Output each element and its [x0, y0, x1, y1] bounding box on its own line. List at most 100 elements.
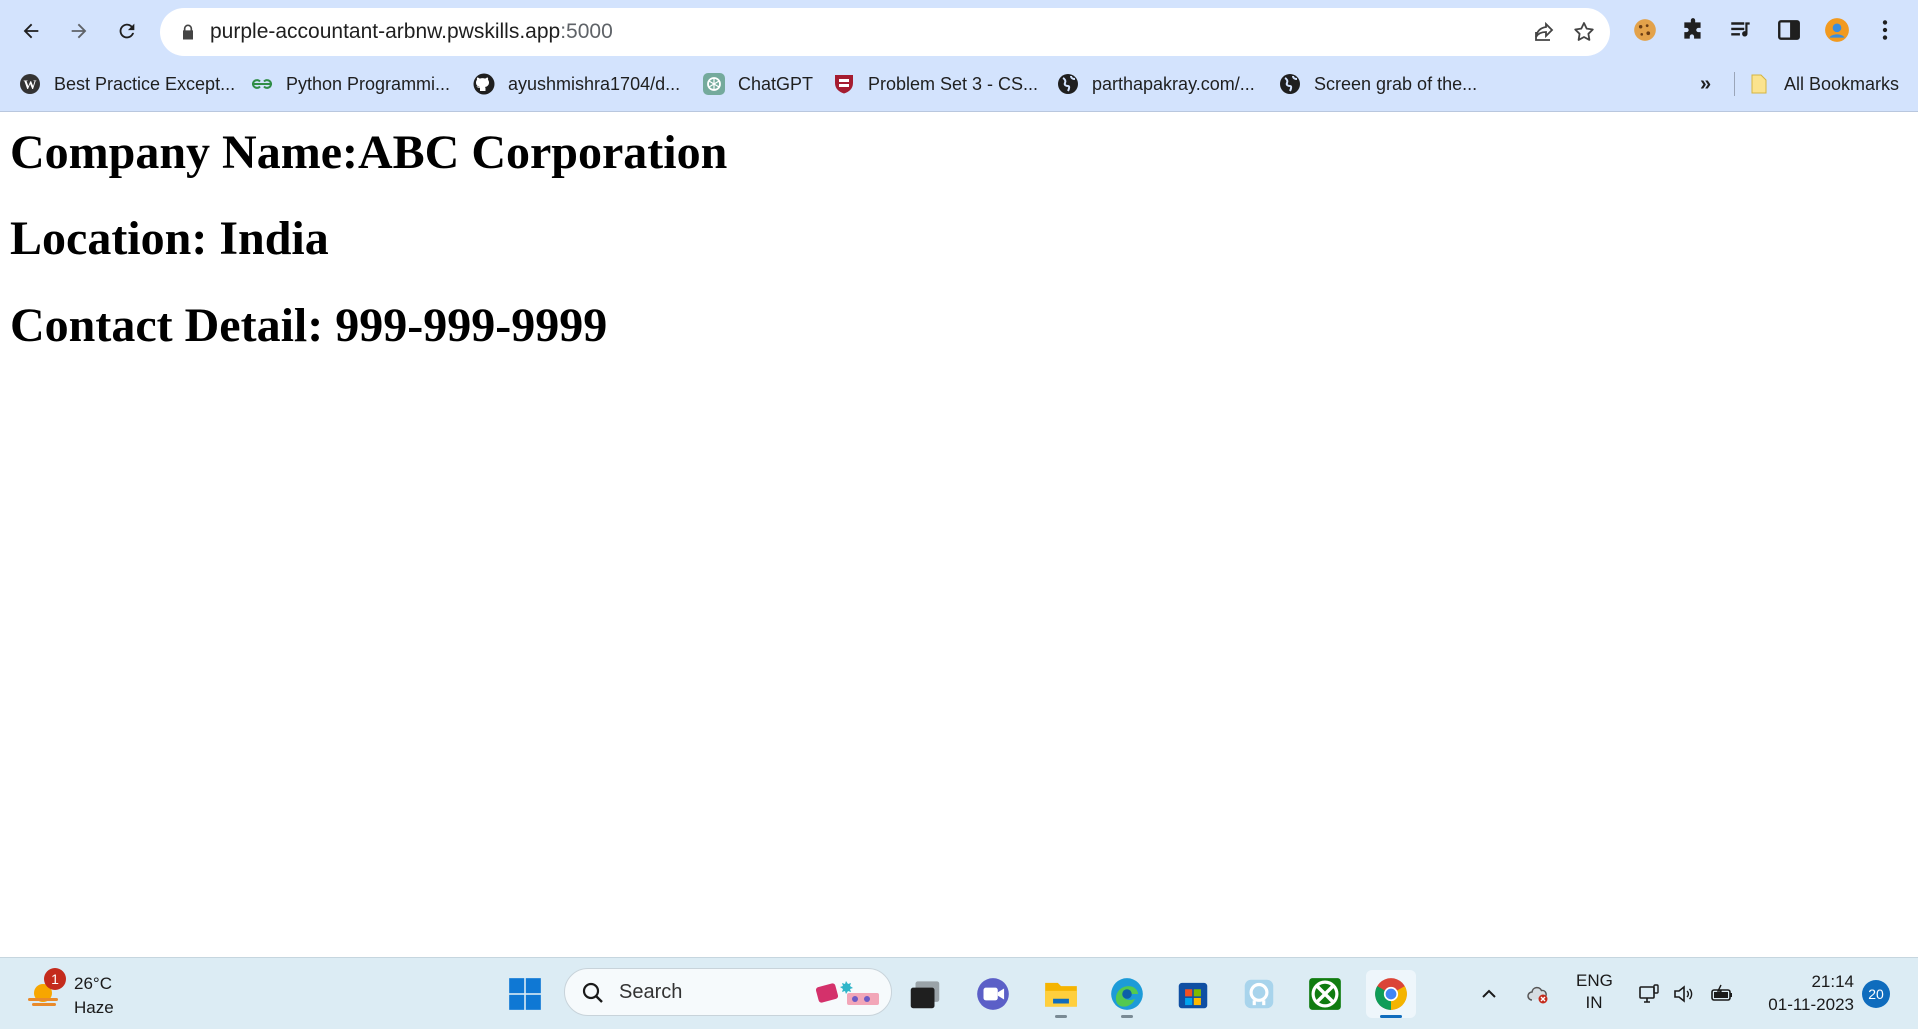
chatgpt-icon [702, 72, 726, 96]
bookmark-item[interactable]: W Best Practice Except... [18, 66, 235, 102]
edge-browser-button[interactable] [1102, 970, 1152, 1018]
xbox-button[interactable] [1300, 970, 1350, 1018]
chevron-up-icon [1482, 989, 1496, 998]
bookmark-item[interactable]: Python Programmi... [250, 66, 450, 102]
location-heading: Location: India [10, 212, 329, 265]
weather-alert-badge: 1 [44, 968, 66, 990]
weather-temperature: 26°C [74, 974, 112, 993]
region-code: IN [1585, 993, 1603, 1012]
teams-chat-icon [977, 978, 1009, 1010]
browser-toolbar: purple-accountant-arbnw.pwskills.app:500… [0, 0, 1918, 62]
pinned-app-button[interactable] [1234, 970, 1284, 1018]
browser-chrome: purple-accountant-arbnw.pwskills.app:500… [0, 0, 1918, 112]
weather-widget[interactable]: 1 26°C Haze [22, 968, 152, 1020]
arrow-right-icon [71, 23, 87, 39]
windows-logo-icon [509, 978, 541, 1010]
task-view-button[interactable] [900, 970, 950, 1018]
company-name-heading: Company Name:ABC Corporation [10, 126, 728, 179]
harvard-shield-icon [832, 72, 856, 96]
profile-avatar-icon[interactable] [1822, 15, 1852, 45]
speaker-icon [1674, 985, 1693, 1003]
media-controls-icon[interactable] [1726, 15, 1756, 45]
web-page: Company Name:ABC Corporation Location: I… [0, 113, 1918, 957]
bookmarks-divider [1734, 72, 1735, 96]
clock-date: 01-11-2023 [1768, 995, 1854, 1014]
address-bar[interactable]: purple-accountant-arbnw.pwskills.app:500… [160, 8, 1610, 56]
running-indicator [1121, 1015, 1133, 1018]
arrow-left-icon [23, 23, 39, 39]
reload-icon [119, 23, 135, 39]
forward-button[interactable] [60, 12, 98, 50]
bookmark-item[interactable]: Screen grab of the... [1278, 66, 1477, 102]
language-code: ENG [1576, 971, 1613, 990]
all-bookmarks-button[interactable]: All Bookmarks [1748, 66, 1899, 102]
github-icon [472, 72, 496, 96]
bookmark-label: Problem Set 3 - CS... [868, 73, 1039, 94]
weather-condition: Haze [74, 998, 114, 1017]
taskbar-search[interactable]: Search [564, 968, 892, 1016]
bookmark-label: ayushmishra1704/d... [508, 73, 681, 94]
show-hidden-icons-button[interactable] [1476, 974, 1502, 1014]
side-panel-icon[interactable] [1774, 15, 1804, 45]
store-icon [1178, 982, 1208, 1009]
volume-button[interactable] [1668, 974, 1698, 1014]
all-bookmarks-label: All Bookmarks [1784, 73, 1900, 94]
battery-charging-icon [1711, 984, 1732, 1001]
bookmark-label: Best Practice Except... [54, 73, 236, 94]
running-indicator [1055, 1015, 1067, 1018]
bookmark-item[interactable]: ayushmishra1704/d... [472, 66, 680, 102]
chrome-icon [1375, 978, 1407, 1010]
network-icon [1639, 984, 1659, 1003]
chrome-button[interactable] [1366, 970, 1416, 1018]
back-button[interactable] [12, 12, 50, 50]
globe-icon [1278, 72, 1302, 96]
url-host: purple-accountant-arbnw.pwskills.app [210, 20, 561, 43]
bookmark-label: parthapakray.com/... [1092, 73, 1255, 94]
url-text[interactable]: purple-accountant-arbnw.pwskills.app:500… [210, 8, 613, 56]
start-button[interactable] [500, 970, 550, 1018]
teams-chat-button[interactable] [968, 970, 1018, 1018]
clock-time: 21:14 [1811, 972, 1854, 991]
bookmark-star-icon[interactable] [1572, 20, 1596, 44]
file-explorer-button[interactable] [1036, 970, 1086, 1018]
geeksforgeeks-icon [250, 72, 274, 96]
edge-icon [1111, 978, 1143, 1010]
bookmark-item[interactable]: ChatGPT [702, 66, 813, 102]
running-indicator [1380, 1015, 1402, 1018]
cookie-extension-icon[interactable] [1630, 15, 1660, 45]
app-launcher-icon [1244, 979, 1274, 1009]
share-icon[interactable] [1532, 20, 1556, 44]
extensions-puzzle-icon[interactable] [1678, 15, 1708, 45]
globe-icon [1056, 72, 1080, 96]
folder-icon [1045, 982, 1077, 1007]
microsoft-store-button[interactable] [1168, 970, 1218, 1018]
lock-icon [183, 24, 193, 40]
reload-button[interactable] [108, 12, 146, 50]
bookmark-item[interactable]: parthapakray.com/... [1056, 66, 1255, 102]
notification-count-badge[interactable]: 20 [1862, 980, 1890, 1008]
cloud-error-icon [1527, 986, 1548, 1004]
taskbar: 1 26°C Haze Search ENG IN 21:14 01-11-20… [0, 957, 1918, 1029]
battery-button[interactable] [1706, 974, 1738, 1014]
bookmarks-overflow-button[interactable]: » [1700, 66, 1711, 102]
task-view-icon [910, 981, 940, 1009]
search-placeholder: Search [619, 981, 683, 1003]
url-port: :5000 [560, 20, 613, 43]
contact-detail-heading: Contact Detail: 999-999-9999 [10, 299, 608, 352]
wordpress-icon: W [18, 72, 42, 96]
xbox-icon [1309, 978, 1341, 1010]
bookmark-item[interactable]: Problem Set 3 - CS... [832, 66, 1038, 102]
search-icon [582, 982, 603, 1003]
bookmark-label: Python Programmi... [286, 73, 451, 94]
browser-menu-icon[interactable] [1870, 15, 1900, 45]
clock-button[interactable]: 21:14 01-11-2023 [1754, 970, 1854, 1016]
svg-text:W: W [24, 77, 37, 92]
onedrive-status-button[interactable] [1522, 974, 1554, 1014]
bookmark-label: ChatGPT [738, 73, 814, 94]
bookmark-label: Screen grab of the... [1314, 73, 1478, 94]
folder-icon [1748, 72, 1772, 96]
bookmarks-bar: W Best Practice Except... Python Program… [0, 66, 1918, 102]
search-highlight-art-icon [815, 981, 879, 1005]
input-language-indicator[interactable]: ENG IN [1576, 970, 1613, 1014]
network-status-button[interactable] [1634, 974, 1664, 1014]
